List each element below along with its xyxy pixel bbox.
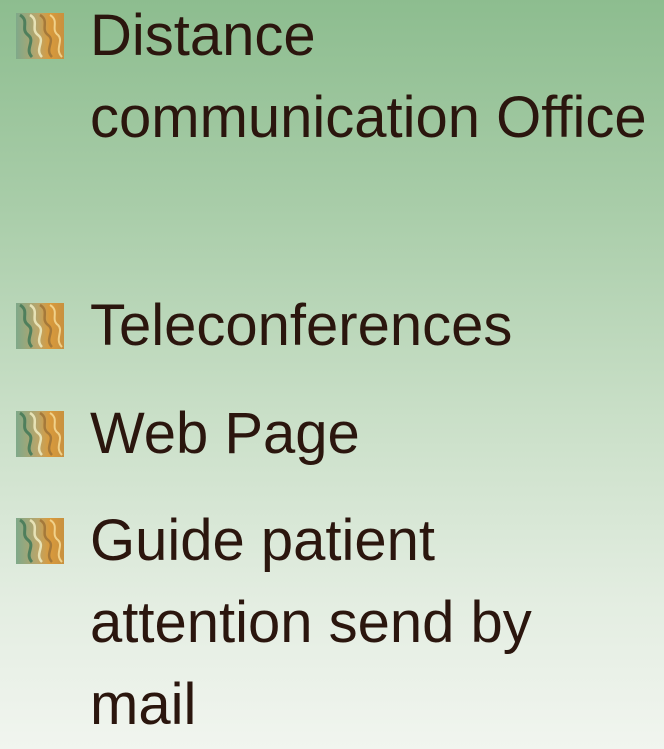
bullet-text: Guide patient attention send by mail: [90, 508, 532, 737]
patterned-square-bullet-icon: [16, 303, 64, 349]
slide: Distance communication Office Teleconfer…: [0, 0, 664, 749]
bullet-item: Teleconferences: [0, 285, 650, 367]
bullet-item: Guide patient attention send by mail: [0, 500, 650, 746]
patterned-square-bullet-icon: [16, 13, 64, 59]
bullet-item: Distance communication Office: [0, 0, 650, 159]
patterned-square-bullet-icon: [16, 411, 64, 457]
bullet-text: Teleconferences: [90, 293, 513, 358]
patterned-square-bullet-icon: [16, 518, 64, 564]
bullet-text: Web Page: [90, 401, 360, 466]
bullet-item: Web Page: [0, 393, 650, 475]
bullet-text: Distance communication Office: [90, 3, 647, 150]
